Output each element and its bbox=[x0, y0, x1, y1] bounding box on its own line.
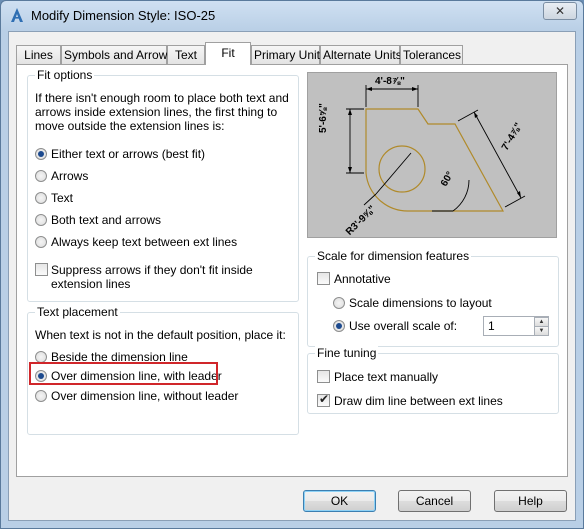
autocad-icon bbox=[11, 8, 23, 22]
fit-options-label: Fit options bbox=[35, 68, 95, 82]
tab-symbols-arrows[interactable]: Symbols and Arrows bbox=[61, 45, 173, 64]
text-placement-label: Text placement bbox=[35, 305, 120, 319]
radio-always-keep[interactable] bbox=[35, 236, 47, 248]
radio-scale-to-layout[interactable] bbox=[333, 297, 345, 309]
tab-text[interactable]: Text bbox=[167, 45, 205, 64]
preview-dim-top: 4'-8⅞" bbox=[375, 76, 405, 87]
radio-over-without-leader-label[interactable]: Over dimension line, without leader bbox=[51, 389, 238, 403]
tab-fit[interactable]: Fit bbox=[205, 42, 251, 65]
radio-overall-scale-label[interactable]: Use overall scale of: bbox=[349, 319, 457, 333]
radio-over-without-leader[interactable] bbox=[35, 390, 47, 402]
radio-always-keep-label[interactable]: Always keep text between ext lines bbox=[51, 235, 237, 249]
fit-tab-panel: Fit options If there isn't enough room t… bbox=[16, 64, 568, 477]
annotative-checkbox[interactable] bbox=[317, 272, 330, 285]
radio-scale-to-layout-label[interactable]: Scale dimensions to layout bbox=[349, 296, 492, 310]
fit-description-line: If there isn't enough room to place both… bbox=[35, 91, 289, 105]
radio-best-fit[interactable] bbox=[35, 148, 47, 160]
dialog-window: Modify Dimension Style: ISO-25 ✕ Lines S… bbox=[0, 0, 584, 529]
cancel-button[interactable]: Cancel bbox=[398, 490, 471, 512]
selection-highlight-box bbox=[29, 362, 218, 385]
draw-dim-line-checkbox[interactable]: ✔ bbox=[317, 392, 330, 407]
radio-both[interactable] bbox=[35, 214, 47, 226]
tab-tolerances[interactable]: Tolerances bbox=[400, 45, 463, 64]
fine-tuning-group: Fine tuning Place text manually ✔ Draw d… bbox=[307, 346, 559, 414]
check-icon: ✔ bbox=[319, 392, 330, 406]
fit-options-group: Fit options If there isn't enough room t… bbox=[27, 68, 299, 302]
preview-dim-left: 5'-6⅝" bbox=[318, 103, 329, 133]
ok-button[interactable]: OK bbox=[303, 490, 376, 512]
close-button[interactable]: ✕ bbox=[543, 2, 577, 20]
fit-description-line: move outside the extension lines is: bbox=[35, 119, 225, 133]
draw-dim-line-label[interactable]: Draw dim line between ext lines bbox=[334, 394, 503, 408]
tab-primary-units[interactable]: Primary Units bbox=[251, 45, 326, 64]
dimension-preview-drawing bbox=[346, 85, 526, 212]
annotative-label[interactable]: Annotative bbox=[334, 272, 391, 286]
suppress-arrows-label[interactable]: extension lines bbox=[51, 277, 130, 291]
radio-overall-scale[interactable] bbox=[333, 320, 345, 332]
tab-alternate-units[interactable]: Alternate Units bbox=[320, 45, 402, 64]
radio-text[interactable] bbox=[35, 192, 47, 204]
dialog-client: Lines Symbols and Arrows Text Fit Primar… bbox=[8, 31, 576, 521]
suppress-arrows-label[interactable]: Suppress arrows if they don't fit inside bbox=[51, 263, 253, 277]
help-button[interactable]: Help bbox=[494, 490, 567, 512]
radio-both-label[interactable]: Both text and arrows bbox=[51, 213, 161, 227]
radio-arrows-label[interactable]: Arrows bbox=[51, 169, 88, 183]
fine-tuning-label: Fine tuning bbox=[315, 346, 379, 360]
place-text-manually-label[interactable]: Place text manually bbox=[334, 370, 438, 384]
radio-text-label[interactable]: Text bbox=[51, 191, 73, 205]
radio-best-fit-label[interactable]: Either text or arrows (best fit) bbox=[51, 147, 205, 161]
text-placement-description: When text is not in the default position… bbox=[35, 328, 286, 342]
close-icon: ✕ bbox=[554, 4, 566, 18]
scale-group: Scale for dimension features Annotative … bbox=[307, 249, 559, 347]
preview-image: 4'-8⅞" 5'-6⅝" 7'-4⅞" R3'-9⅝" 60° bbox=[307, 72, 557, 238]
spin-down-button[interactable]: ▼ bbox=[534, 326, 549, 336]
window-title: Modify Dimension Style: ISO-25 bbox=[31, 8, 216, 23]
radio-arrows[interactable] bbox=[35, 170, 47, 182]
tab-lines[interactable]: Lines bbox=[16, 45, 61, 64]
fit-description-line: arrows inside extension lines, the first… bbox=[35, 105, 278, 119]
place-text-manually-checkbox[interactable] bbox=[317, 370, 330, 383]
scale-label: Scale for dimension features bbox=[315, 249, 472, 263]
title-bar[interactable]: Modify Dimension Style: ISO-25 ✕ bbox=[1, 1, 583, 31]
suppress-arrows-checkbox[interactable] bbox=[35, 263, 48, 276]
